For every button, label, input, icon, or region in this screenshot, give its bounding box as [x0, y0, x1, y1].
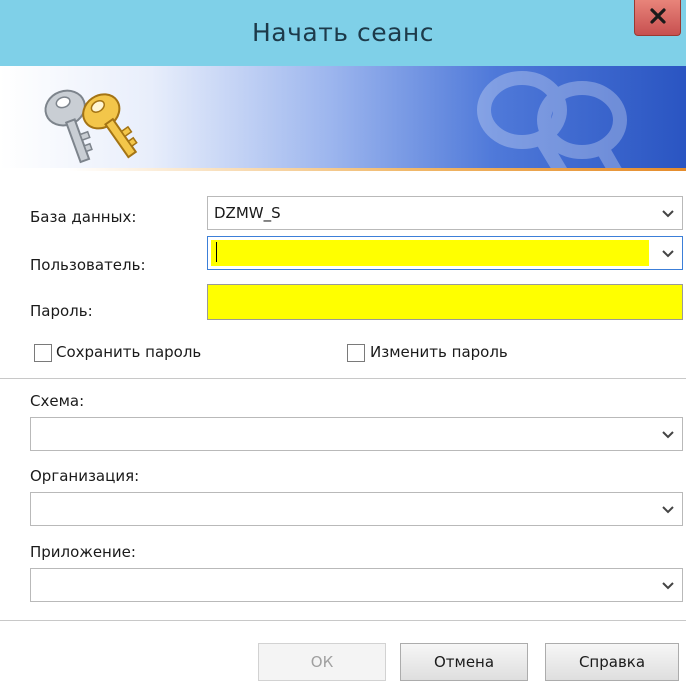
- chevron-down-icon: [662, 506, 674, 514]
- save-password-checkbox[interactable]: [34, 344, 52, 362]
- schema-dropdown-button[interactable]: [654, 418, 682, 450]
- user-select[interactable]: [207, 236, 683, 270]
- password-label: Пароль:: [30, 302, 93, 320]
- close-button[interactable]: [634, 0, 681, 36]
- change-password-label[interactable]: Изменить пароль: [370, 343, 508, 361]
- user-input-highlight: [211, 240, 649, 266]
- header-banner: [0, 66, 686, 170]
- schema-label: Схема:: [30, 392, 85, 410]
- keys-icon: [44, 89, 138, 164]
- chevron-down-icon: [662, 210, 674, 218]
- save-password-label[interactable]: Сохранить пароль: [56, 343, 201, 361]
- organization-select[interactable]: [30, 492, 683, 526]
- organization-dropdown-button[interactable]: [654, 493, 682, 525]
- password-input[interactable]: [207, 284, 683, 320]
- ok-button[interactable]: ОК: [258, 643, 386, 681]
- chevron-down-icon: [662, 582, 674, 590]
- close-icon: [650, 8, 666, 24]
- help-button[interactable]: Справка: [545, 643, 679, 681]
- user-label: Пользователь:: [30, 256, 146, 274]
- user-dropdown-button[interactable]: [654, 237, 682, 269]
- chevron-down-icon: [662, 431, 674, 439]
- application-select[interactable]: [30, 568, 683, 602]
- cancel-button[interactable]: Отмена: [400, 643, 528, 681]
- application-dropdown-button[interactable]: [654, 569, 682, 601]
- organization-label: Организация:: [30, 467, 140, 485]
- database-select[interactable]: DZMW_S: [207, 196, 683, 230]
- database-value: DZMW_S: [214, 204, 281, 222]
- divider: [0, 620, 686, 621]
- database-dropdown-button[interactable]: [654, 197, 682, 229]
- database-label: База данных:: [30, 208, 137, 226]
- keys-watermark-icon: [477, 71, 627, 170]
- change-password-checkbox[interactable]: [347, 344, 365, 362]
- divider: [0, 378, 686, 379]
- text-caret: [216, 242, 217, 262]
- window-title: Начать сеанс: [252, 18, 434, 47]
- application-label: Приложение:: [30, 543, 136, 561]
- banner-accent-line: [0, 168, 686, 171]
- chevron-down-icon: [662, 250, 674, 258]
- schema-select[interactable]: [30, 417, 683, 451]
- title-bar: Начать сеанс: [0, 0, 686, 66]
